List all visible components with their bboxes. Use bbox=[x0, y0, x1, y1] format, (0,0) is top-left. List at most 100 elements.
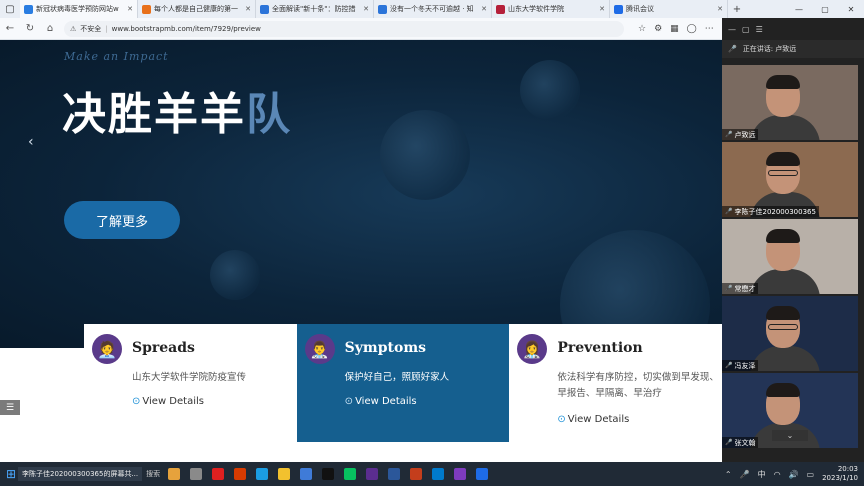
url-text: www.bootstrapmb.com/item/7929/preview bbox=[111, 24, 261, 33]
tab-close-icon[interactable]: ✕ bbox=[717, 5, 723, 13]
arrow-circle-icon: ⊙ bbox=[344, 396, 354, 407]
carousel-prev-icon[interactable]: ‹ bbox=[28, 134, 34, 150]
participant-tile[interactable]: 🎤 冯友泽 bbox=[722, 296, 858, 371]
tab-close-icon[interactable]: ✕ bbox=[599, 5, 605, 13]
maximize-icon[interactable]: ▢ bbox=[812, 0, 838, 18]
powerpoint-icon[interactable] bbox=[410, 468, 423, 480]
view-details-label: View Details bbox=[142, 396, 204, 407]
tab-close-icon[interactable]: ✕ bbox=[363, 5, 369, 13]
browser-tab[interactable]: 每个人都是自己健康的第一 ✕ bbox=[138, 0, 256, 18]
hero-headline: 决胜羊羊队 bbox=[62, 78, 292, 142]
game-icon[interactable] bbox=[322, 468, 335, 480]
card-description: 保护好自己，照顾好家人 bbox=[344, 372, 450, 383]
mic-icon: 🎤 bbox=[725, 439, 733, 446]
browser-tab[interactable]: 没有一个冬天不可逾越 · 知 ✕ bbox=[374, 0, 492, 18]
browser-tab[interactable]: 新冠状病毒医学预防网站w ✕ bbox=[20, 0, 138, 18]
back-icon[interactable]: ← bbox=[0, 23, 20, 34]
ide-icon[interactable] bbox=[366, 468, 379, 480]
ime-indicator[interactable]: 中 bbox=[758, 469, 766, 480]
profile-icon[interactable]: ◯ bbox=[687, 24, 697, 34]
file-explorer-icon[interactable] bbox=[168, 468, 181, 480]
screen-share-indicator[interactable]: 李陈子佳202000300365的屏幕共... bbox=[18, 467, 143, 481]
card-avatar-icon: 👨‍⚕️ bbox=[304, 334, 335, 364]
settings-icon[interactable] bbox=[190, 468, 203, 480]
participant-name-tag: 🎤 冯友泽 bbox=[722, 360, 759, 371]
tab-title: 每个人都是自己健康的第一 bbox=[154, 5, 238, 13]
tencent-meeting-icon[interactable] bbox=[476, 468, 489, 480]
participant-tile[interactable]: 🎤 常懋才 bbox=[722, 219, 858, 294]
participant-tile[interactable]: 🎤 卢致远 bbox=[722, 65, 858, 140]
tray-mic-icon[interactable]: 🎤 bbox=[740, 470, 750, 479]
feature-cards: 🧑‍💼 Spreads 山东大学软件学院防疫宣传 ⊙ View Details 👨‍⚕️ S… bbox=[84, 324, 722, 442]
speaking-label: 正在讲话: 卢致远 bbox=[742, 45, 797, 53]
folder-icon[interactable] bbox=[278, 468, 291, 480]
url-input[interactable]: ⚠ 不安全 | www.bootstrapmb.com/item/7929/pr… bbox=[64, 20, 624, 37]
battery-icon[interactable]: ▭ bbox=[807, 470, 815, 479]
office-icon[interactable] bbox=[234, 468, 247, 480]
mic-icon: 🎤 bbox=[725, 362, 733, 369]
feature-card[interactable]: 🧑‍💼 Spreads 山东大学软件学院防疫宣传 ⊙ View Details bbox=[84, 324, 297, 442]
favorite-icon[interactable]: ☆ bbox=[638, 24, 646, 34]
visual-studio-icon[interactable] bbox=[454, 468, 467, 480]
learn-more-button[interactable]: 了解更多 bbox=[64, 201, 180, 239]
feature-card[interactable]: 👨‍⚕️ Symptoms 保护好自己，照顾好家人 ⊙ View Details bbox=[296, 324, 510, 442]
tab-title: 全面解读"新十条"：防控措 bbox=[272, 5, 356, 13]
home-icon[interactable]: ⌂ bbox=[40, 23, 60, 34]
edge-icon[interactable] bbox=[256, 468, 269, 480]
tab-favicon-icon bbox=[24, 4, 33, 14]
participant-tile[interactable]: 🎤 李陈子佳202000300365 bbox=[722, 142, 858, 217]
more-icon[interactable]: ⋯ bbox=[705, 24, 714, 34]
participant-name-tag: 🎤 张文翰 bbox=[722, 437, 759, 448]
vscode-icon[interactable] bbox=[432, 468, 445, 480]
browser-tab[interactable]: 山东大学软件学院 ✕ bbox=[492, 0, 610, 18]
view-details-link[interactable]: ⊙ View Details bbox=[132, 396, 204, 407]
side-menu-icon[interactable]: ☰ bbox=[0, 400, 20, 415]
layout-icon[interactable]: ▢ bbox=[742, 25, 750, 34]
wifi-icon[interactable]: ◠ bbox=[774, 470, 781, 479]
clock-date: 2023/1/10 bbox=[822, 474, 858, 482]
mic-icon: 🎤 bbox=[725, 208, 733, 215]
tab-favicon-icon bbox=[260, 4, 269, 14]
tab-close-icon[interactable]: ✕ bbox=[481, 5, 487, 13]
gallery-icon[interactable]: ☰ bbox=[756, 25, 763, 34]
participant-hair bbox=[766, 75, 800, 89]
browser-tab[interactable]: 全面解读"新十条"：防控措 ✕ bbox=[256, 0, 374, 18]
scroll-down-icon[interactable]: ⌄ bbox=[772, 430, 808, 441]
netease-music-icon[interactable] bbox=[212, 468, 225, 480]
close-icon[interactable]: ✕ bbox=[838, 0, 864, 18]
tray-expand-icon[interactable]: ⌃ bbox=[725, 470, 732, 479]
tab-close-icon[interactable]: ✕ bbox=[245, 5, 251, 13]
participant-video bbox=[750, 346, 820, 371]
tab-favicon-icon bbox=[614, 4, 623, 14]
clock[interactable]: 20:03 2023/1/10 bbox=[822, 465, 858, 483]
store-icon[interactable] bbox=[300, 468, 313, 480]
view-details-link[interactable]: ⊙ View Details bbox=[557, 414, 629, 425]
window-menu-icon[interactable]: ▢ bbox=[0, 0, 20, 18]
word-icon[interactable] bbox=[388, 468, 401, 480]
feature-card[interactable]: 👩‍⚕️ Prevention 依法科学有序防控，切实做到早发现、早报告、早隔离、早… bbox=[509, 324, 722, 442]
participant-name: 卢致远 bbox=[734, 130, 756, 139]
card-avatar-icon: 🧑‍💼 bbox=[92, 334, 122, 364]
meeting-toolbar: — ▢ ☰ bbox=[722, 18, 864, 40]
virus-decoration bbox=[380, 110, 470, 200]
volume-icon[interactable]: 🔊 bbox=[789, 470, 799, 479]
view-details-link[interactable]: ⊙ View Details bbox=[345, 396, 417, 407]
card-description: 山东大学软件学院防疫宣传 bbox=[132, 372, 247, 383]
wechat-icon[interactable] bbox=[344, 468, 357, 480]
extensions-icon[interactable]: ⚙ bbox=[654, 24, 662, 34]
tab-close-icon[interactable]: ✕ bbox=[127, 5, 133, 13]
reload-icon[interactable]: ↻ bbox=[20, 23, 40, 34]
headline-accent: 队 bbox=[246, 89, 292, 140]
new-tab-icon[interactable]: + bbox=[728, 4, 746, 15]
card-title: Symptoms bbox=[344, 340, 427, 356]
speaking-indicator: 🎤 正在讲话: 卢致远 bbox=[722, 40, 864, 58]
clock-time: 20:03 bbox=[837, 465, 858, 473]
minimize-meeting-icon[interactable]: — bbox=[728, 25, 736, 34]
tab-title: 没有一个冬天不可逾越 · 知 bbox=[390, 5, 474, 13]
taskbar-search[interactable]: 搜索 bbox=[146, 469, 160, 479]
mic-icon: 🎤 bbox=[725, 131, 733, 138]
browser-tab[interactable]: 腾讯会议 ✕ bbox=[610, 0, 728, 18]
minimize-icon[interactable]: — bbox=[786, 0, 812, 18]
url-separator: | bbox=[105, 24, 108, 33]
collections-icon[interactable]: ▦ bbox=[670, 24, 679, 34]
